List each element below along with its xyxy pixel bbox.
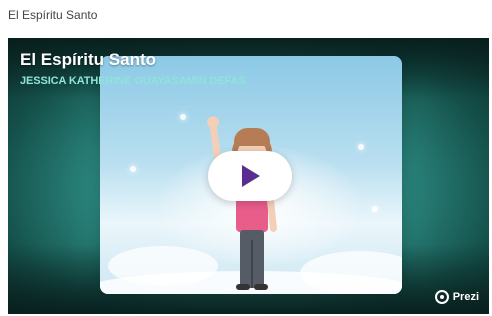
character-shoe — [236, 284, 250, 290]
character-shoe — [254, 284, 268, 290]
prezi-brand-label: Prezi — [452, 291, 479, 303]
presentation-title: El Espíritu Santo — [20, 50, 157, 69]
sparkle — [180, 114, 186, 120]
character-leg-gap — [251, 240, 253, 288]
presentation-author: JESSICA KATHERINE GUAYASAMIN DEFAS — [20, 75, 246, 87]
sparkle — [130, 166, 136, 172]
character-illustration — [206, 115, 292, 292]
sparkle — [358, 144, 364, 150]
play-button[interactable] — [208, 151, 292, 201]
page-title: El Espíritu Santo — [8, 8, 98, 22]
play-icon — [242, 165, 260, 187]
sparkle — [372, 206, 378, 212]
prezi-icon — [434, 290, 449, 304]
character-hand — [206, 115, 220, 130]
character-hair-top — [234, 128, 270, 146]
prezi-logo[interactable]: Prezi — [434, 290, 479, 304]
prezi-embed[interactable]: El Espíritu Santo JESSICA KATHERINE GUAY… — [8, 38, 489, 314]
